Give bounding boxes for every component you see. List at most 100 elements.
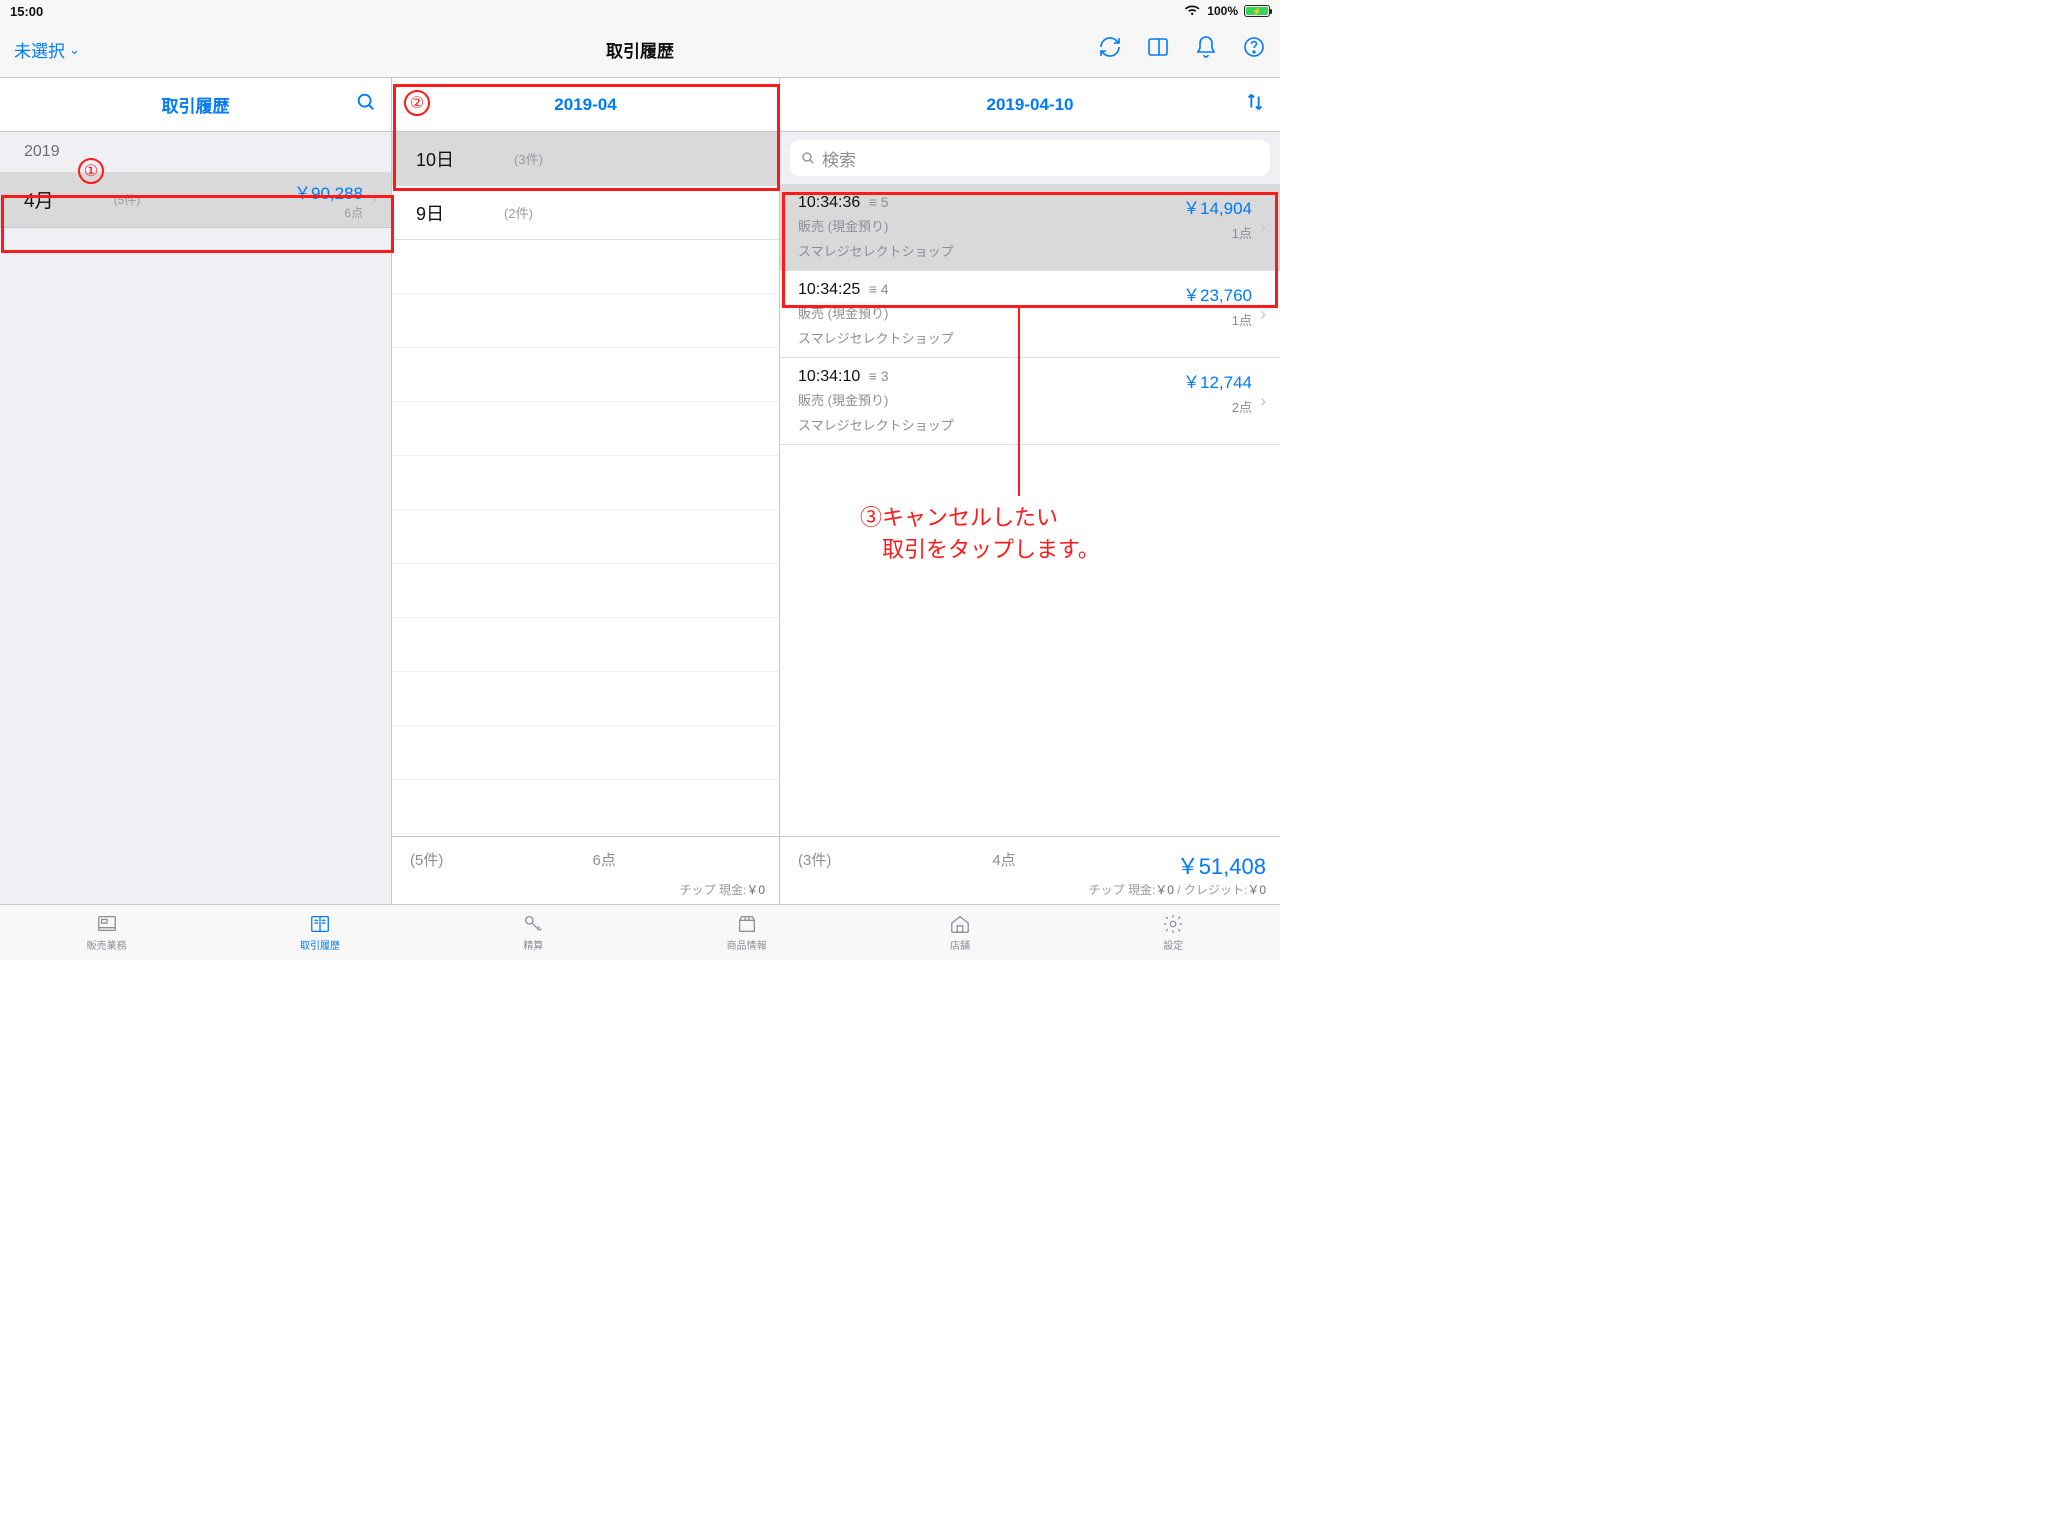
transaction-row-1[interactable]: 10:34:36 ≡ 5 販売 (現金預り) スマレジセレクトショップ ￥14,… — [780, 184, 1280, 271]
empty-row — [392, 294, 779, 348]
chevron-right-icon: › — [371, 189, 377, 210]
days-pane: 10日 (3件) 9日 (2件) — [392, 132, 780, 904]
month-row-april[interactable]: 4月 (5件) ￥90,288 6点 › — [0, 172, 391, 228]
empty-row — [392, 240, 779, 294]
home-icon — [947, 913, 973, 935]
gear-icon — [1160, 913, 1186, 935]
tab-label: 精算 — [523, 937, 543, 952]
tx-store: スマレジセレクトショップ — [798, 241, 1183, 260]
nav-store-label: 未選択 — [14, 37, 65, 62]
tip-label: チップ 現金: — [1089, 883, 1156, 897]
month-name: 4月 — [24, 186, 54, 213]
tab-bar: 販売業務 取引履歴 精算 商品情報 店舗 設定 — [0, 904, 1280, 960]
tab-label: 販売業務 — [87, 937, 127, 952]
days-summary-count: (5件) — [410, 849, 443, 870]
chevron-down-icon: ⌄ — [69, 42, 80, 58]
tab-products[interactable]: 商品情報 — [640, 905, 853, 960]
tx-summary-total: ￥51,408 — [1177, 849, 1266, 881]
tab-label: 商品情報 — [727, 937, 767, 952]
col1-title: 取引履歴 — [162, 92, 230, 117]
search-icon[interactable] — [355, 91, 377, 118]
tx-summary-count: (3件) — [798, 849, 831, 881]
tip-label: チップ 現金: — [680, 883, 747, 897]
nav-bar: 未選択 ⌄ 取引履歴 — [0, 22, 1280, 78]
tx-amount: ￥14,904 — [1183, 194, 1252, 219]
tx-type: 販売 (現金預り) — [798, 390, 1183, 409]
chevron-right-icon: › — [1260, 217, 1266, 238]
month-points: 6点 — [294, 204, 363, 221]
months-pane: 2019 4月 (5件) ￥90,288 6点 › — [0, 132, 392, 904]
tip-amount: ￥0 — [1155, 883, 1174, 897]
tab-label: 取引履歴 — [300, 937, 340, 952]
box-icon — [734, 913, 760, 935]
tx-time: 10:34:10 — [798, 368, 860, 385]
day-row-10[interactable]: 10日 (3件) — [392, 132, 779, 186]
tab-label: 設定 — [1163, 937, 1183, 952]
column-headers: 取引履歴 2019-04 2019-04-10 — [0, 78, 1280, 132]
empty-row — [392, 672, 779, 726]
nav-title: 取引履歴 — [0, 37, 1280, 62]
col2-title: 2019-04 — [554, 95, 616, 115]
days-summary-points: 6点 — [593, 849, 616, 870]
tx-type: 販売 (現金預り) — [798, 216, 1183, 235]
bell-icon[interactable] — [1194, 35, 1218, 64]
sort-icon[interactable] — [1244, 91, 1266, 118]
search-wrap: 検索 — [780, 132, 1280, 184]
year-header: 2019 — [0, 132, 391, 172]
tx-points: 2点 — [1183, 397, 1252, 416]
col1-header: 取引履歴 — [0, 78, 392, 131]
day-name: 9日 — [416, 200, 444, 226]
month-count: (5件) — [114, 191, 141, 208]
search-input[interactable]: 検索 — [790, 140, 1270, 176]
search-icon — [800, 150, 816, 166]
nav-store-select[interactable]: 未選択 ⌄ — [14, 37, 80, 62]
tx-points: 1点 — [1183, 223, 1252, 242]
col2-header[interactable]: 2019-04 — [392, 78, 780, 131]
tx-store: スマレジセレクトショップ — [798, 415, 1183, 434]
tab-settings[interactable]: 設定 — [1067, 905, 1280, 960]
empty-row — [392, 726, 779, 780]
tip-amount: ￥0 — [746, 883, 765, 897]
refresh-icon[interactable] — [1098, 35, 1122, 64]
tx-type: 販売 (現金預り) — [798, 303, 1183, 322]
day-name: 10日 — [416, 146, 454, 172]
day-count: (2件) — [504, 203, 533, 222]
credit-label: / クレジット: — [1174, 883, 1247, 897]
tx-time: 10:34:36 — [798, 194, 860, 211]
tab-sales[interactable]: 販売業務 — [0, 905, 213, 960]
day-row-9[interactable]: 9日 (2件) — [392, 186, 779, 240]
panels-icon[interactable] — [1146, 35, 1170, 64]
battery-icon: ⚡ — [1244, 5, 1270, 17]
col3-header[interactable]: 2019-04-10 — [780, 78, 1280, 131]
days-summary: (5件) 6点 チップ 現金:￥0 — [392, 836, 779, 904]
tx-id: ≡ 3 — [869, 368, 889, 384]
chevron-right-icon: › — [1260, 304, 1266, 325]
status-bar: 15:00 100% ⚡ — [0, 0, 1280, 22]
transactions-summary: (3件) 4点 ￥51,408 チップ 現金:￥0 / クレジット:￥0 — [780, 836, 1280, 904]
tx-points: 1点 — [1183, 310, 1252, 329]
empty-row — [392, 402, 779, 456]
book-icon — [307, 913, 333, 935]
status-battery-pct: 100% — [1207, 4, 1238, 18]
transaction-row-2[interactable]: 10:34:25 ≡ 4 販売 (現金預り) スマレジセレクトショップ ￥23,… — [780, 271, 1280, 358]
help-icon[interactable] — [1242, 35, 1266, 64]
credit-amount: ￥0 — [1247, 883, 1266, 897]
tx-store: スマレジセレクトショップ — [798, 328, 1183, 347]
empty-row — [392, 456, 779, 510]
month-amount: ￥90,288 — [294, 179, 363, 204]
key-icon — [520, 913, 546, 935]
tab-history[interactable]: 取引履歴 — [213, 905, 426, 960]
tx-summary-points: 4点 — [992, 849, 1015, 881]
empty-row — [392, 780, 779, 834]
col3-title: 2019-04-10 — [987, 95, 1074, 115]
wifi-icon — [1185, 5, 1201, 17]
tx-id: ≡ 4 — [869, 281, 889, 297]
tab-store[interactable]: 店舗 — [853, 905, 1066, 960]
transactions-pane: 検索 10:34:36 ≡ 5 販売 (現金預り) スマレジセレクトショップ ￥… — [780, 132, 1280, 904]
tx-id: ≡ 5 — [869, 194, 889, 210]
empty-row — [392, 618, 779, 672]
tab-settlement[interactable]: 精算 — [427, 905, 640, 960]
tab-label: 店舗 — [950, 937, 970, 952]
transaction-row-3[interactable]: 10:34:10 ≡ 3 販売 (現金預り) スマレジセレクトショップ ￥12,… — [780, 358, 1280, 445]
tx-amount: ￥12,744 — [1183, 368, 1252, 393]
